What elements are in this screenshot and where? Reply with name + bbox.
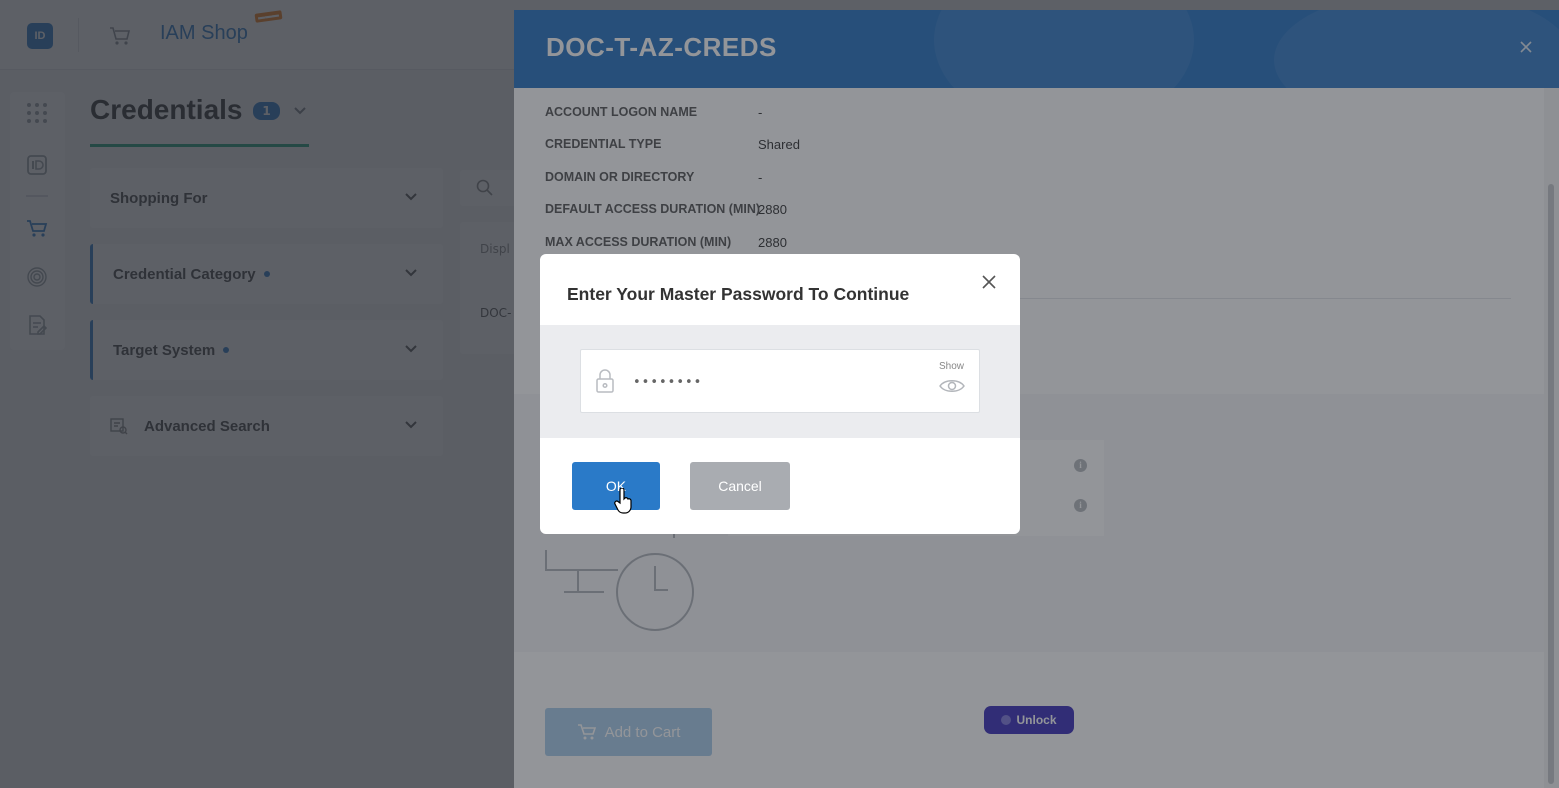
dialog-body: Show (540, 325, 1020, 438)
cancel-button[interactable]: Cancel (690, 462, 790, 510)
show-password-label[interactable]: Show (939, 361, 964, 372)
close-icon[interactable] (981, 274, 997, 290)
password-input[interactable] (631, 370, 911, 394)
master-password-dialog: Enter Your Master Password To Continue S… (540, 254, 1020, 534)
password-field[interactable]: Show (580, 349, 980, 413)
eye-icon[interactable] (939, 377, 965, 395)
hand-cursor-icon (614, 488, 632, 514)
lock-icon (596, 369, 614, 393)
dialog-title: Enter Your Master Password To Continue (567, 284, 910, 304)
